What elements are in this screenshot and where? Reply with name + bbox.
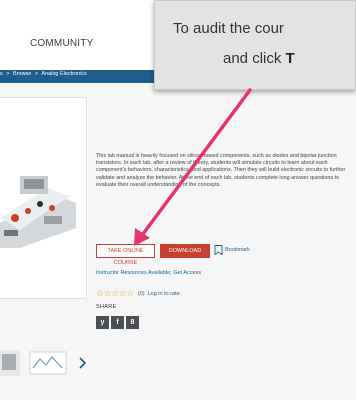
instructor-resources-link[interactable]: Instructor Resources Available; Get Acce…: [96, 270, 201, 276]
google-plus-share-button[interactable]: 8: [126, 316, 139, 329]
callout-line-2-bold: T: [285, 50, 295, 67]
product-description: This lab manual is heavily focused on si…: [96, 153, 346, 188]
breadcrumb-separator: >: [34, 71, 39, 77]
bookmark-icon: [214, 245, 223, 255]
breadcrumb-item-analog[interactable]: Analog Electronics: [41, 71, 87, 77]
chevron-right-icon: [79, 357, 87, 369]
lab-equipment-image[interactable]: [0, 168, 76, 248]
product-image-panel: [0, 97, 87, 376]
login-to-rate-link[interactable]: Log in to rate.: [148, 291, 182, 297]
rating-count: (0): [137, 290, 145, 297]
bookmark-button[interactable]: Bookmark: [214, 245, 250, 255]
facebook-share-button[interactable]: f: [111, 316, 124, 329]
callout-line-2: and click T: [223, 50, 295, 67]
callout-line-2-text: and click: [223, 50, 286, 67]
twitter-share-button[interactable]: y: [96, 316, 109, 329]
bookmark-label: Bookmark: [225, 247, 250, 253]
star-rating[interactable]: ☆☆☆☆☆: [96, 288, 134, 299]
take-online-course-button[interactable]: TAKE ONLINE COURSE: [96, 244, 155, 266]
share-label: SHARE: [96, 304, 117, 310]
thumbnail-strip: [0, 350, 87, 376]
breadcrumb: s > Browse > Analog Electronics: [0, 71, 89, 77]
nav-community[interactable]: COMMUNITY: [30, 38, 93, 49]
social-share-buttons: y f 8: [96, 316, 139, 329]
instruction-callout: To audit the cour and click T: [154, 0, 356, 90]
breadcrumb-item-browse[interactable]: Browse: [13, 71, 31, 77]
breadcrumb-item[interactable]: s: [0, 71, 3, 77]
callout-line-1: To audit the cour: [173, 20, 284, 37]
breadcrumb-separator: >: [6, 71, 10, 77]
download-button[interactable]: DOWNLOAD: [160, 244, 210, 258]
rating-row: ☆☆☆☆☆ (0) Log in to rate.: [96, 288, 181, 299]
